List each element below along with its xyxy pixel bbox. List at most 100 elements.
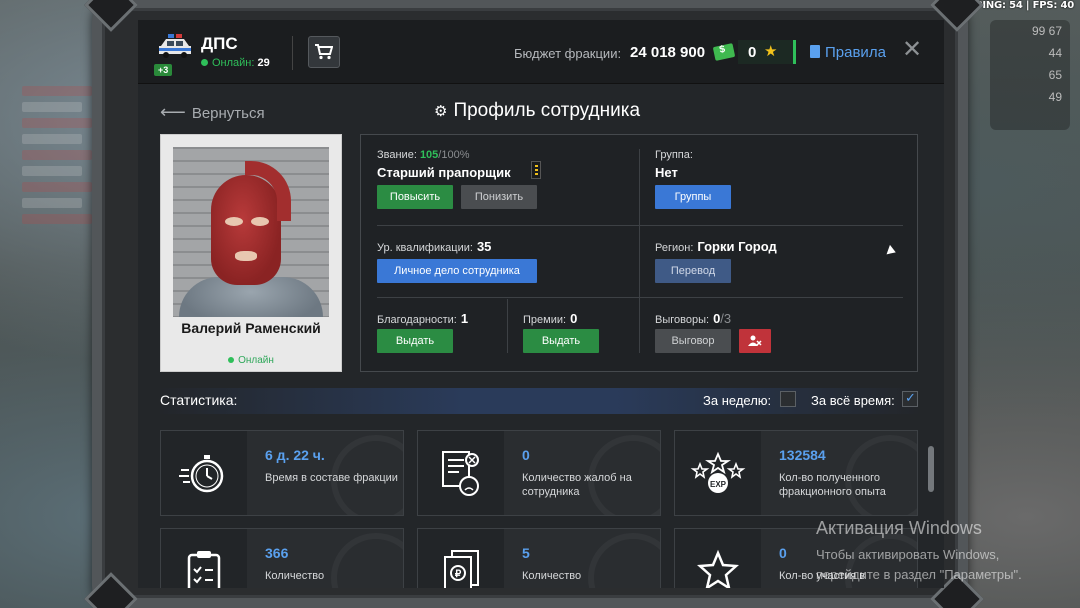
week-checkbox[interactable] [780, 391, 796, 407]
close-button[interactable]: ✕ [902, 38, 922, 62]
background-hud: 99 67 44 65 49 [990, 20, 1070, 130]
alltime-label: За всё время: [811, 393, 895, 408]
qualification-value: 35 [476, 239, 492, 254]
rank-max: /100% [438, 149, 470, 161]
rank-points: 105 [419, 149, 439, 161]
stats-header: Статистика: За неделю: За всё время: [160, 388, 918, 414]
week-label: За неделю: [703, 393, 772, 408]
cart-icon [315, 44, 333, 60]
region-label: Регион: Горки Город [655, 239, 777, 254]
stat-description: Количество [265, 570, 325, 582]
online-dot-icon [228, 357, 235, 363]
user-remove-icon [748, 335, 762, 346]
back-button[interactable]: ⟵ Вернуться [160, 102, 265, 123]
online-label: Онлайн: [212, 57, 255, 69]
rules-link[interactable]: Правила [810, 44, 886, 61]
windows-activation-watermark: Активация Windows Чтобы активировать Win… [816, 518, 1022, 585]
budget-value: 24 018 900 [630, 44, 706, 61]
star-icon [696, 549, 740, 588]
employee-photo-card: Валерий Раменский Онлайн [160, 134, 342, 372]
employee-status-text: Онлайн [238, 355, 274, 366]
online-count: 29 [257, 57, 270, 69]
bonuses-label: Премии: 0 [523, 311, 578, 326]
transfer-button[interactable]: Перевод [655, 259, 731, 283]
document-icon [810, 45, 820, 58]
bonuses-value: 0 [570, 311, 578, 326]
give-thanks-button[interactable]: Выдать [377, 329, 453, 353]
header-divider [292, 36, 293, 70]
stat-value: 6 д. 22 ч. [265, 447, 325, 463]
thanks-label: Благодарности: 1 [377, 311, 469, 326]
stat-card: EXP 132584 Кол-во полученного фракционно… [674, 430, 918, 516]
stat-value: 5 [522, 545, 530, 561]
faction-panel: +3 ДПС Онлайн: 29 Бюджет фракции: 24 018 … [138, 20, 944, 588]
thanks-value: 1 [460, 311, 469, 326]
qualification-label: Ур. квалификации: 35 [377, 239, 492, 254]
rank-insignia-icon [531, 161, 541, 179]
personal-file-button[interactable]: Личное дело сотрудника [377, 259, 537, 283]
divider [507, 299, 508, 353]
exp-stars-icon: EXP [690, 451, 746, 493]
budget-label: Бюджет фракции: [514, 46, 622, 61]
reprimands-label: Выговоры: 0/3 [655, 311, 732, 326]
police-car-icon [159, 34, 191, 58]
groups-button[interactable]: Группы [655, 185, 731, 209]
stars-value: 0 [748, 44, 757, 61]
faction-online: Онлайн: 29 [201, 57, 270, 69]
divider [377, 225, 903, 226]
stat-value: 366 [265, 545, 289, 561]
stat-card: 0 Количество жалоб на сотрудника [417, 430, 661, 516]
remove-reprimand-button[interactable] [739, 329, 771, 353]
documents-icon: ₽ [444, 550, 479, 588]
gear-icon: ⚙ [434, 103, 448, 120]
page-title-text: Профиль сотрудника [453, 100, 641, 121]
page-title: ⚙ Профиль сотрудника [434, 100, 640, 122]
alltime-checkbox[interactable] [902, 390, 918, 407]
employee-status: Онлайн [161, 355, 341, 366]
promote-button[interactable]: Повысить [377, 185, 453, 209]
scrollbar[interactable] [928, 446, 934, 492]
star-icon: ★ [764, 43, 778, 60]
employee-name: Валерий Раменский [181, 320, 321, 336]
shop-cart-button[interactable] [308, 36, 340, 68]
watermark-title: Активация Windows [816, 518, 982, 538]
faction-level-badge: +3 [154, 64, 173, 76]
stat-description: Количество жалоб на сотрудника [522, 472, 632, 498]
divider [377, 297, 903, 298]
online-dot-icon [201, 59, 208, 66]
stat-card: 366 Количество [160, 528, 404, 588]
stat-card: ₽ 5 Количество [417, 528, 661, 588]
stat-value: 132584 [779, 447, 826, 463]
divider [639, 149, 640, 353]
group-label: Группа: [655, 149, 693, 161]
stat-value: 0 [522, 447, 530, 463]
svg-text:₽: ₽ [455, 569, 462, 580]
watermark-line1: Чтобы активировать Windows, [816, 547, 1000, 562]
background-chat [22, 80, 102, 260]
stats-label: Статистика: [160, 392, 238, 408]
complaint-icon [442, 451, 479, 496]
reprimand-button[interactable]: Выговор [655, 329, 731, 353]
watermark-line2: перейдите в раздел "Параметры". [816, 567, 1022, 582]
rank-label: Звание: 105/100% [377, 149, 470, 161]
stat-description: Количество [522, 570, 582, 582]
stat-card: 6 д. 22 ч. Время в составе фракции [160, 430, 404, 516]
employee-info: Звание: 105/100% Старший прапорщик Повыс… [360, 134, 918, 372]
stat-value: 0 [779, 545, 787, 561]
region-value: Горки Город [697, 239, 777, 254]
arrow-left-icon: ⟵ [160, 102, 186, 122]
give-bonus-button[interactable]: Выдать [523, 329, 599, 353]
rank-name: Старший прапорщик [377, 165, 511, 180]
svg-text:EXP: EXP [710, 480, 727, 489]
rules-label: Правила [825, 44, 886, 61]
demote-button[interactable]: Понизить [461, 185, 537, 209]
group-value: Нет [655, 165, 678, 180]
stat-description: Время в составе фракции [265, 472, 398, 484]
mugshot-photo [173, 147, 329, 317]
back-label: Вернуться [191, 105, 265, 122]
clipboard-icon [187, 551, 221, 588]
stat-description: Кол-во полученного фракционного опыта [779, 472, 886, 498]
stopwatch-icon [179, 455, 224, 493]
money-icon [712, 43, 736, 61]
faction-name: ДПС [201, 34, 238, 53]
